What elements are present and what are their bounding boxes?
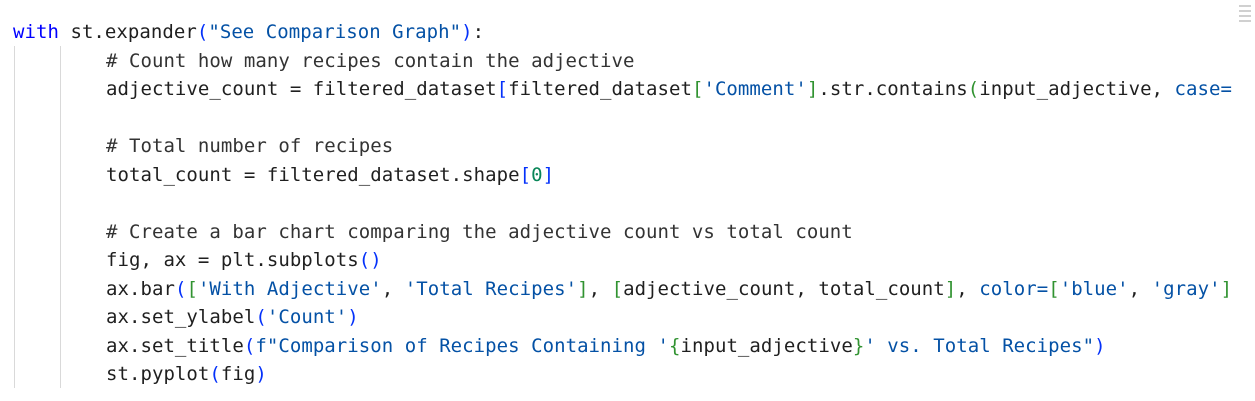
code-line[interactable]: # Count how many recipes contain the adj… bbox=[106, 47, 635, 75]
code-token: ) bbox=[1094, 335, 1106, 357]
code-token: st.expander bbox=[58, 21, 197, 43]
code-token: ( bbox=[243, 335, 256, 357]
code-token: fig bbox=[220, 363, 256, 385]
code-token: ' vs. Total Recipes" bbox=[864, 335, 1095, 357]
minimap[interactable] bbox=[1239, 2, 1251, 42]
code-token: ( bbox=[967, 78, 980, 100]
code-line[interactable]: ax.bar(['With Adjective', 'Total Recipes… bbox=[106, 275, 1232, 303]
code-token: , bbox=[588, 278, 612, 300]
code-token: ] bbox=[542, 164, 555, 186]
code-token: } bbox=[852, 335, 865, 357]
code-token: input_adjective bbox=[680, 335, 853, 357]
code-token: 'Count' bbox=[266, 306, 348, 328]
minimap-line bbox=[1239, 20, 1251, 22]
minimap-line bbox=[1239, 10, 1251, 12]
code-token: adjective_count = filtered_dataset bbox=[106, 78, 497, 100]
code-token: [ bbox=[186, 278, 198, 300]
code-token: ] bbox=[944, 278, 957, 300]
code-token: ] bbox=[806, 78, 819, 100]
indent-guide bbox=[14, 46, 15, 388]
code-token: [ bbox=[496, 78, 509, 100]
code-line[interactable]: total_count = filtered_dataset.shape[0] bbox=[106, 161, 554, 189]
code-token: ax.bar bbox=[106, 278, 175, 300]
code-line[interactable]: with st.expander("See Comparison Graph")… bbox=[13, 18, 484, 46]
code-token: ) bbox=[347, 306, 359, 328]
code-token: ) bbox=[461, 21, 473, 43]
code-token: ( bbox=[255, 306, 267, 328]
code-token: 'With Adjective' bbox=[197, 278, 382, 300]
code-token: # Total number of recipes bbox=[106, 135, 394, 157]
code-token: adjective_count, total_count bbox=[623, 278, 945, 300]
code-token: ( bbox=[174, 278, 187, 300]
code-token: input_adjective, bbox=[979, 78, 1175, 100]
code-token: 'gray' bbox=[1151, 278, 1221, 300]
indent-guide bbox=[60, 46, 61, 388]
code-token: ax.set_title bbox=[106, 335, 244, 357]
code-token: # Create a bar chart comparing the adjec… bbox=[106, 221, 853, 243]
minimap-line bbox=[1239, 15, 1251, 17]
code-token: { bbox=[668, 335, 681, 357]
code-token: , bbox=[1128, 278, 1152, 300]
code-token: () bbox=[358, 249, 382, 271]
code-line[interactable]: # Create a bar chart comparing the adjec… bbox=[106, 218, 853, 246]
code-line[interactable]: # Total number of recipes bbox=[106, 132, 393, 160]
code-token: case= bbox=[1174, 78, 1232, 100]
code-token: f"Comparison of Recipes Containing ' bbox=[255, 335, 669, 357]
code-token: .str.contains bbox=[818, 78, 968, 100]
code-token: 'Total Recipes' bbox=[404, 278, 578, 300]
code-token: filtered_dataset bbox=[508, 78, 692, 100]
code-token: st.pyplot bbox=[106, 363, 210, 385]
code-token: ] bbox=[1220, 278, 1233, 300]
code-token: [ bbox=[611, 278, 624, 300]
code-token: # Count how many recipes contain the adj… bbox=[106, 50, 635, 72]
code-token: : bbox=[472, 21, 485, 43]
code-token: fig, ax = plt.subplots bbox=[106, 249, 359, 271]
code-token: [ bbox=[1048, 278, 1060, 300]
code-line[interactable]: ax.set_ylabel('Count') bbox=[106, 303, 359, 331]
code-token: , bbox=[956, 278, 980, 300]
code-line[interactable]: fig, ax = plt.subplots() bbox=[106, 246, 382, 274]
code-token: 'Comment' bbox=[703, 78, 807, 100]
code-token: [ bbox=[519, 164, 532, 186]
code-token: with bbox=[13, 21, 59, 43]
code-token: ] bbox=[577, 278, 589, 300]
code-token: [ bbox=[691, 78, 704, 100]
code-token: "See Comparison Graph" bbox=[208, 21, 462, 43]
code-line[interactable]: ax.set_title(f"Comparison of Recipes Con… bbox=[106, 332, 1106, 360]
code-line[interactable]: adjective_count = filtered_dataset[filte… bbox=[106, 75, 1232, 103]
code-token: ( bbox=[196, 21, 209, 43]
minimap-line bbox=[1239, 5, 1251, 7]
code-token: 0 bbox=[531, 164, 543, 186]
code-line[interactable]: st.pyplot(fig) bbox=[106, 360, 267, 388]
code-token: ax.set_ylabel bbox=[106, 306, 256, 328]
code-token: 'blue' bbox=[1059, 278, 1129, 300]
code-token: , bbox=[381, 278, 405, 300]
code-token: ) bbox=[255, 363, 267, 385]
code-editor[interactable]: with st.expander("See Comparison Graph")… bbox=[0, 0, 1255, 401]
code-token: color= bbox=[979, 278, 1049, 300]
code-token: total_count = filtered_dataset.shape bbox=[106, 164, 520, 186]
code-token: ( bbox=[209, 363, 221, 385]
